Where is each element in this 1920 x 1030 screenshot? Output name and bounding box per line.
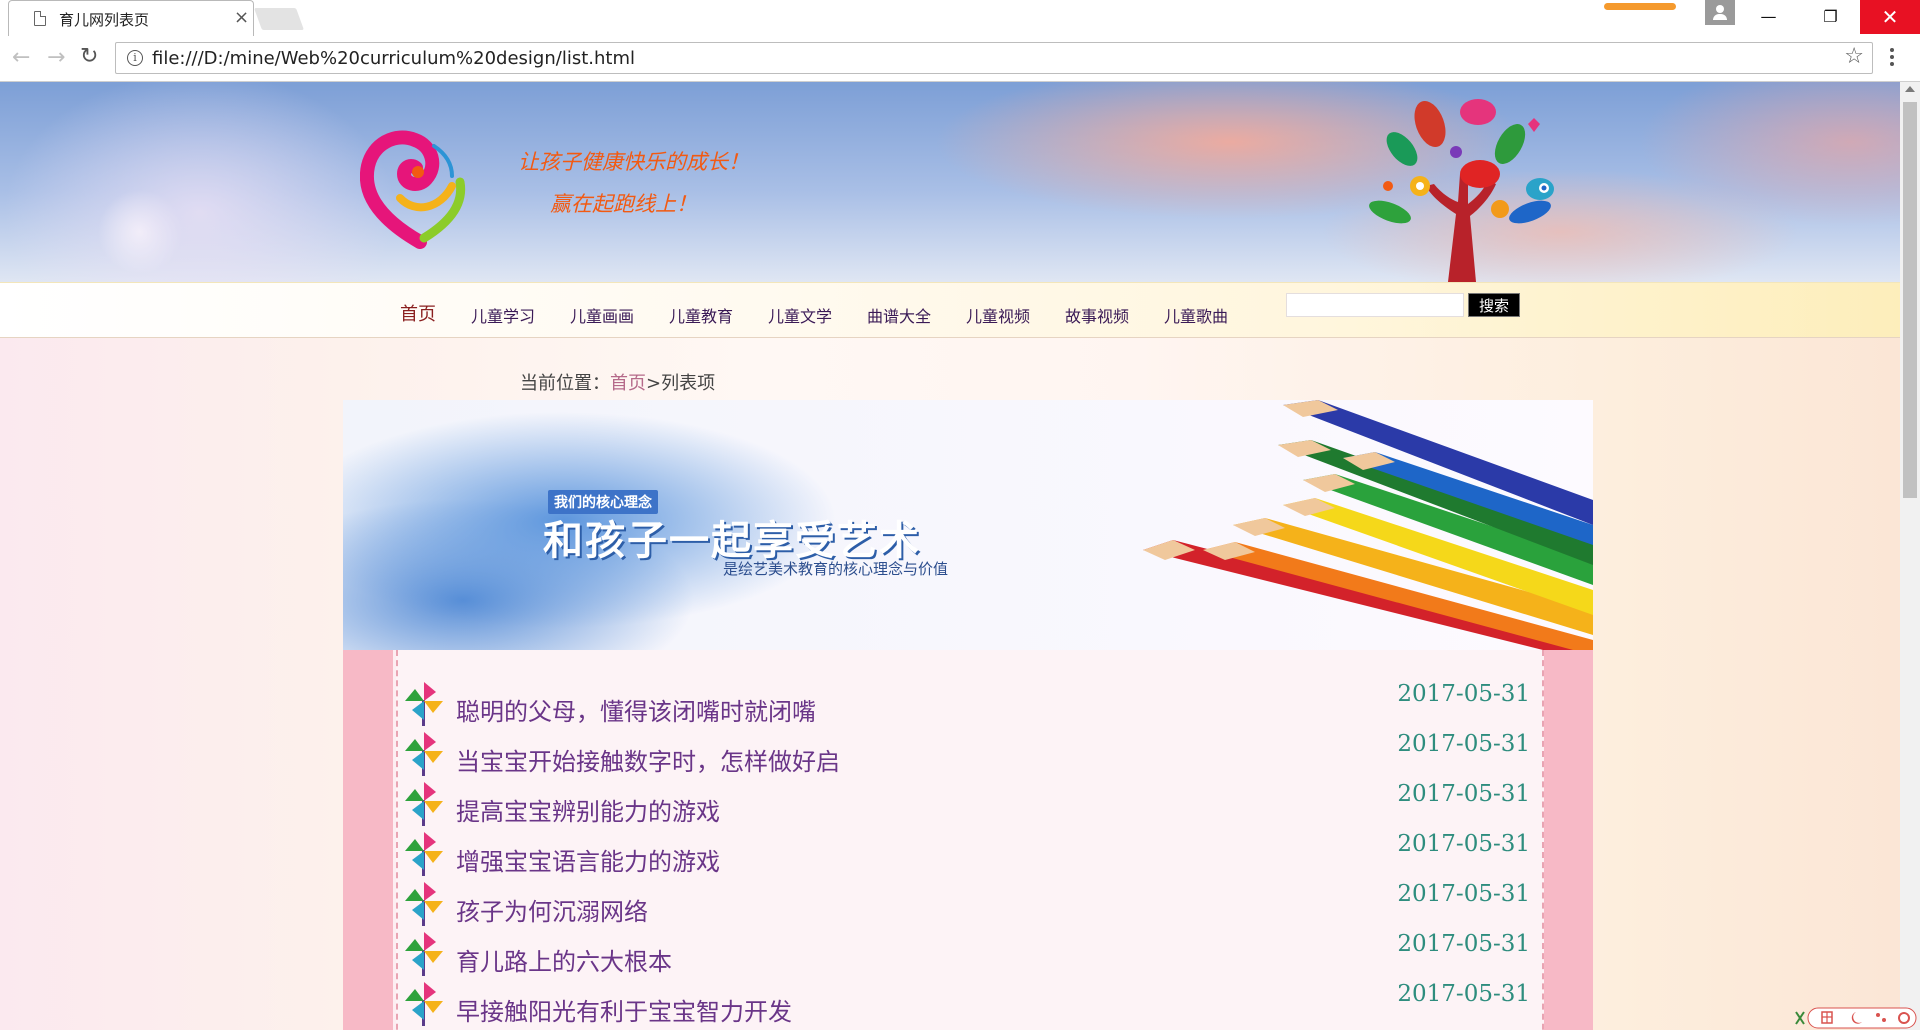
- bookmark-star-icon[interactable]: ☆: [1844, 44, 1864, 69]
- forward-arrow-icon[interactable]: →: [47, 45, 65, 70]
- scroll-thumb[interactable]: [1903, 102, 1917, 498]
- article-row[interactable]: 增强宝宝语言能力的游戏 2017-05-31: [403, 830, 1530, 880]
- nav-item-kids-songs[interactable]: 儿童歌曲: [1164, 303, 1228, 327]
- pinwheel-icon: [405, 832, 443, 876]
- article-title[interactable]: 孩子为何沉溺网络: [456, 892, 648, 927]
- article-date: 2017-05-31: [1397, 981, 1530, 1007]
- ime-toolbar[interactable]: [1794, 1004, 1918, 1030]
- hero-subtitle: 是绘艺美术教育的核心理念与价值: [723, 560, 949, 578]
- breadcrumb-home-link[interactable]: 首页: [610, 373, 646, 394]
- article-date: 2017-05-31: [1397, 781, 1530, 807]
- article-date: 2017-05-31: [1397, 931, 1530, 957]
- nav-item-education[interactable]: 儿童教育: [669, 303, 733, 327]
- article-row[interactable]: 早接触阳光有利于宝宝智力开发 2017-05-31: [403, 980, 1530, 1030]
- close-window-button[interactable]: ✕: [1860, 0, 1920, 34]
- minimize-button[interactable]: —: [1745, 0, 1792, 34]
- tab-title: 育儿网列表页: [59, 11, 150, 29]
- article-date: 2017-05-31: [1397, 881, 1530, 907]
- profile-icon[interactable]: [1705, 0, 1735, 25]
- profile-status-bar: [1604, 3, 1676, 10]
- search-input[interactable]: [1286, 293, 1464, 317]
- article-row[interactable]: 育儿路上的六大根本 2017-05-31: [403, 930, 1530, 980]
- vertical-scrollbar[interactable]: [1900, 82, 1920, 1030]
- maximize-button[interactable]: ❐: [1807, 0, 1854, 34]
- breadcrumb-prefix: 当前位置：: [520, 373, 610, 394]
- reload-icon[interactable]: ↻: [80, 44, 98, 69]
- breadcrumb: 当前位置：首页>列表项: [520, 369, 715, 395]
- article-date: 2017-05-31: [1397, 681, 1530, 707]
- article-title[interactable]: 早接触阳光有利于宝宝智力开发: [456, 992, 792, 1027]
- nav-item-story-video[interactable]: 故事视频: [1065, 303, 1129, 327]
- breadcrumb-separator: >: [646, 373, 662, 394]
- url-text[interactable]: file:///D:/mine/Web%20curriculum%20desig…: [152, 48, 635, 69]
- heart-logo-icon: [360, 130, 466, 249]
- nav-item-home[interactable]: 首页: [400, 300, 436, 326]
- article-row[interactable]: 孩子为何沉溺网络 2017-05-31: [403, 880, 1530, 930]
- search-button[interactable]: 搜索: [1468, 293, 1520, 317]
- article-title[interactable]: 育儿路上的六大根本: [456, 942, 672, 977]
- slogan-line1: 让孩子健康快乐的成长！: [518, 150, 749, 174]
- new-tab-button[interactable]: [253, 8, 305, 30]
- nav-item-learning[interactable]: 儿童学习: [471, 303, 535, 327]
- title-bar: 育儿网列表页 × — ❐ ✕: [0, 0, 1920, 36]
- article-title[interactable]: 提高宝宝辨别能力的游戏: [456, 792, 720, 827]
- nav-item-drawing[interactable]: 儿童画画: [570, 303, 634, 327]
- browser-menu-icon[interactable]: [1890, 48, 1894, 69]
- breadcrumb-current: 列表项: [661, 373, 716, 394]
- page-viewport: 让孩子健康快乐的成长！ 赢在起跑线上！ 首页 儿童学习 儿童画画 儿童教育 儿童…: [0, 82, 1900, 1030]
- slogan-line2: 赢在起跑线上！: [550, 192, 697, 216]
- pinwheel-icon: [405, 732, 443, 776]
- colorful-tree-icon: [1369, 99, 1554, 282]
- colored-pencils-image: [1143, 400, 1593, 650]
- nav-item-kids-video[interactable]: 儿童视频: [966, 303, 1030, 327]
- address-bar[interactable]: i file:///D:/mine/Web%20curriculum%20des…: [115, 42, 1873, 74]
- browser-toolbar: ← → ↻ i file:///D:/mine/Web%20curriculum…: [0, 36, 1920, 82]
- pinwheel-icon: [405, 782, 443, 826]
- hero-banner: 我们的核心理念 和孩子一起享受艺术 是绘艺美术教育的核心理念与价值: [343, 400, 1593, 650]
- header-banner: 让孩子健康快乐的成长！ 赢在起跑线上！: [0, 82, 1900, 282]
- article-list: 聪明的父母，懂得该闭嘴时就闭嘴 2017-05-31 当宝宝开始接触数字时，怎样…: [396, 650, 1544, 1030]
- tab-close-icon[interactable]: ×: [234, 7, 249, 28]
- page-icon: [34, 11, 46, 26]
- pinwheel-icon: [405, 932, 443, 976]
- article-date: 2017-05-31: [1397, 731, 1530, 757]
- pinwheel-icon: [405, 882, 443, 926]
- pinwheel-icon: [405, 982, 443, 1026]
- article-list-panel: 聪明的父母，懂得该闭嘴时就闭嘴 2017-05-31 当宝宝开始接触数字时，怎样…: [343, 650, 1593, 1030]
- back-arrow-icon[interactable]: ←: [12, 45, 30, 70]
- article-row[interactable]: 聪明的父母，懂得该闭嘴时就闭嘴 2017-05-31: [403, 680, 1530, 730]
- article-title[interactable]: 当宝宝开始接触数字时，怎样做好启: [456, 742, 840, 777]
- article-row[interactable]: 当宝宝开始接触数字时，怎样做好启 2017-05-31: [403, 730, 1530, 780]
- pinwheel-icon: [405, 682, 443, 726]
- scroll-up-arrow-icon[interactable]: [1905, 86, 1915, 92]
- browser-tab[interactable]: 育儿网列表页 ×: [8, 0, 254, 36]
- article-row[interactable]: 提高宝宝辨别能力的游戏 2017-05-31: [403, 780, 1530, 830]
- nav-item-literature[interactable]: 儿童文学: [768, 303, 832, 327]
- info-icon[interactable]: i: [127, 50, 143, 66]
- main-navigation: 首页 儿童学习 儿童画画 儿童教育 儿童文学 曲谱大全 儿童视频 故事视频 儿童…: [0, 282, 1900, 338]
- article-title[interactable]: 增强宝宝语言能力的游戏: [456, 842, 720, 877]
- article-title[interactable]: 聪明的父母，懂得该闭嘴时就闭嘴: [456, 692, 816, 727]
- article-date: 2017-05-31: [1397, 831, 1530, 857]
- nav-item-sheet-music[interactable]: 曲谱大全: [867, 303, 931, 327]
